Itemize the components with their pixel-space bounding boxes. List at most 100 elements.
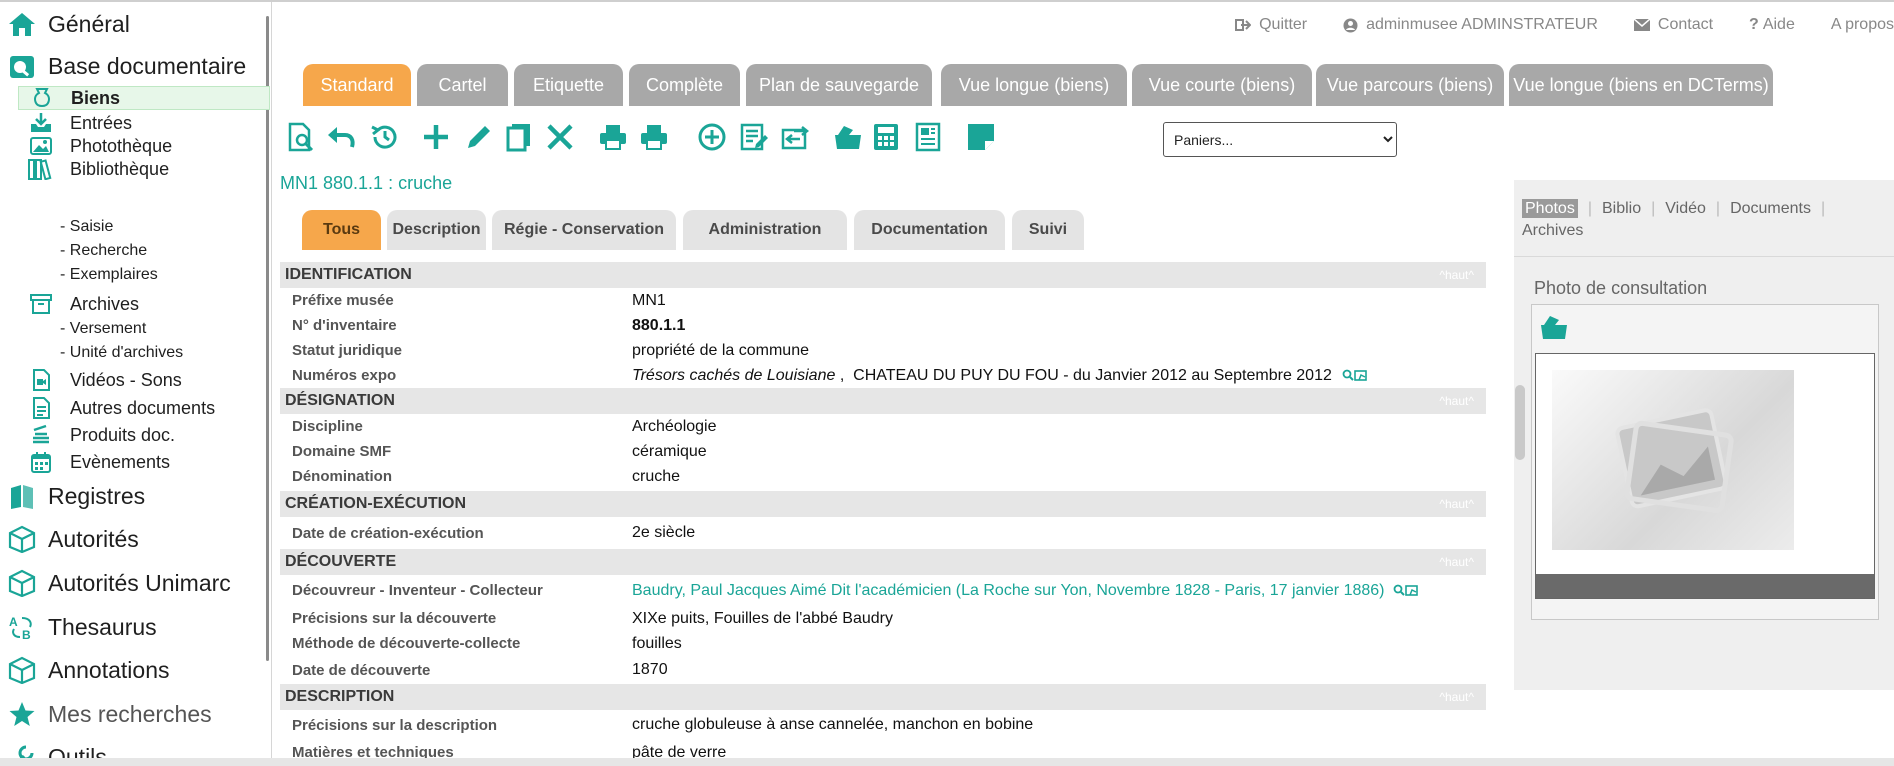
field-row: Précisions sur la découverte XIXe puits, … [280,606,1486,631]
sidebar-item-recherche[interactable]: - Recherche [60,240,147,262]
section-creation: CRÉATION-EXÉCUTION ^haut^ [280,491,1486,517]
back-button[interactable] [323,119,359,155]
subtab-regie-conservation[interactable]: Régie - Conservation [492,210,676,250]
sidebar-item-registres[interactable]: Registres [8,478,145,514]
expo-title: Trésors cachés de Louisiane [632,366,836,384]
subtab-description[interactable]: Description [387,210,486,250]
tab-cartel[interactable]: Cartel [417,64,508,106]
sidebar-item-label: Autres documents [70,397,216,418]
sidebar-item-autorites[interactable]: Autorités [8,521,139,557]
duplicate-button[interactable] [501,119,537,155]
basket-button[interactable] [830,119,866,155]
tab-plan-sauvegarde[interactable]: Plan de sauvegarde [746,64,932,106]
sidebar-item-saisie[interactable]: - Saisie [60,216,113,238]
calculator-button[interactable] [868,119,904,155]
expo-details: , CHATEAU DU PUY DU FOU - du Janvier 201… [835,366,1332,384]
calculator-icon [874,124,898,150]
subtab-administration[interactable]: Administration [683,210,847,250]
contact-link[interactable]: Contact [1633,16,1713,34]
panel-collapse-handle[interactable] [1515,385,1525,460]
media-tab-biblio[interactable]: Biblio [1602,200,1641,217]
back-to-top-link[interactable]: ^haut^ [1439,268,1474,282]
search-link-icon[interactable] [1393,584,1419,598]
sidebar-item-evenements[interactable]: Evènements [28,449,170,475]
inbox-download-icon [28,111,54,135]
media-tab-archives[interactable]: Archives [1522,222,1583,239]
bottom-scrollbar[interactable] [0,758,1894,766]
help-link[interactable]: ? Aide [1749,16,1795,34]
tab-vue-longue[interactable]: Vue longue (biens) [941,64,1127,106]
user-link[interactable]: adminmusee ADMINSTRATEUR [1343,16,1598,34]
sidebar-item-annotations[interactable]: Annotations [8,652,169,688]
photo-frame[interactable] [1535,353,1875,599]
sidebar-item-versement[interactable]: - Versement [60,318,146,340]
back-to-top-link[interactable]: ^haut^ [1439,497,1474,511]
media-tab-photos[interactable]: Photos [1522,199,1578,218]
tab-separator: | [1820,200,1826,217]
subtab-suivi[interactable]: Suivi [1012,210,1084,250]
sidebar-item-archives[interactable]: Archives [28,291,139,317]
media-tab-documents[interactable]: Documents [1730,200,1811,217]
discoverer-link[interactable]: Baudry, Paul Jacques Aimé Dit l'académic… [632,582,1385,600]
sidebar-scrollbar[interactable] [266,16,269,661]
sidebar-item-label: Evènements [70,451,171,472]
subtab-documentation[interactable]: Documentation [854,210,1005,250]
sidebar-item-autorites-unimarc[interactable]: Autorités Unimarc [8,565,231,601]
sidebar-item-videos[interactable]: Vidéos - Sons [28,367,182,393]
subtab-tous[interactable]: Tous [302,210,381,250]
sidebar-item-general[interactable]: Général [8,6,130,42]
field-label: Statut juridique [292,342,402,359]
thesaurus-icon: AB [8,613,36,641]
tab-vue-longue-dcterms[interactable]: Vue longue (biens en DCTerms) [1509,64,1773,106]
tab-vue-courte[interactable]: Vue courte (biens) [1132,64,1312,106]
transfer-button[interactable] [778,119,814,155]
sidebar-item-exemplaires[interactable]: - Exemplaires [60,264,158,286]
section-title: DÉCOUVERTE [285,553,397,570]
envelope-icon [1633,19,1650,31]
field-label: Préfixe musée [292,292,394,309]
search-record-button[interactable] [283,119,319,155]
edit-list-button[interactable] [736,119,772,155]
sign-out-icon [1235,19,1252,31]
report-button[interactable] [911,119,947,155]
note-button[interactable] [963,119,999,155]
field-value[interactable]: Baudry, Paul Jacques Aimé Dit l'académic… [632,582,1419,600]
photo-basket-button[interactable] [1536,309,1572,345]
back-to-top-link[interactable]: ^haut^ [1439,394,1474,408]
quit-link[interactable]: Quitter [1235,16,1307,34]
sidebar-item-bibliotheque[interactable]: Bibliothèque [28,156,169,182]
sidebar-item-label: Registres [48,482,146,509]
add-button[interactable] [418,119,454,155]
tab-vue-parcours[interactable]: Vue parcours (biens) [1316,64,1504,106]
sidebar-item-base[interactable]: Base documentaire [8,48,246,84]
sidebar-item-produits[interactable]: Produits doc. [28,422,175,448]
field-value: Archéologie [632,417,717,435]
sidebar-item-label: Vidéos - Sons [70,369,182,390]
sidebar-item-autres[interactable]: Autres documents [28,395,215,421]
media-tab-video[interactable]: Vidéo [1665,200,1706,217]
back-to-top-link[interactable]: ^haut^ [1439,690,1474,704]
sidebar-item-unite-archives[interactable]: - Unité d'archives [60,342,183,364]
print-alt-button[interactable] [636,119,672,155]
sidebar-item-biens[interactable]: Biens [18,86,270,110]
pencil-icon [468,126,490,148]
image-icon [28,134,54,158]
tab-standard[interactable]: Standard [303,64,411,106]
paniers-select[interactable]: Paniers... [1163,122,1397,157]
back-to-top-link[interactable]: ^haut^ [1439,555,1474,569]
print-button[interactable] [595,119,631,155]
section-title: DESCRIPTION [285,688,395,705]
about-link[interactable]: A propos [1831,16,1894,34]
record-content: IDENTIFICATION ^haut^ Préfixe musée MN1 N°… [280,262,1486,765]
search-link-icon[interactable] [1342,369,1368,383]
edit-button[interactable] [461,119,497,155]
add-circle-button[interactable] [694,119,730,155]
delete-button[interactable] [542,119,578,155]
field-label: Précisions sur la découverte [292,610,497,627]
sidebar-item-mes-recherches[interactable]: Mes recherches [8,696,212,732]
tab-etiquette[interactable]: Etiquette [514,64,623,106]
sidebar-item-outils[interactable]: Outils [8,739,107,758]
sidebar-item-thesaurus[interactable]: AB Thesaurus [8,609,157,645]
tab-complete[interactable]: Complète [629,64,740,106]
